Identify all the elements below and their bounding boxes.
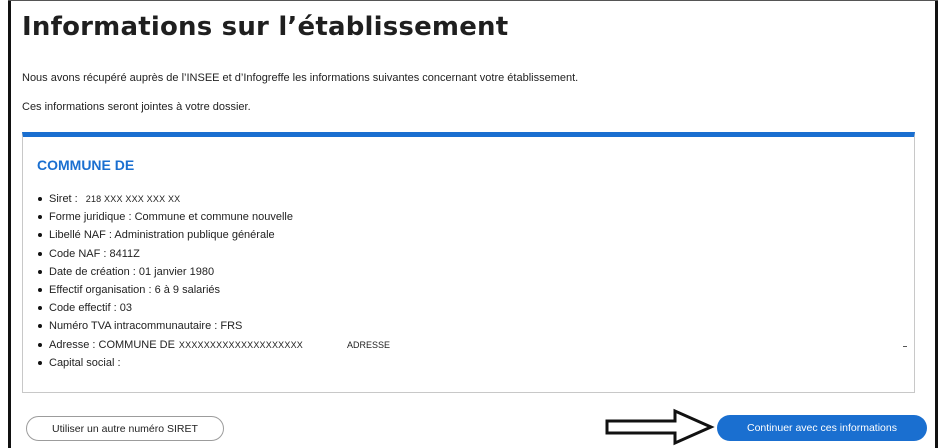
siret-label: Siret : (49, 193, 78, 205)
intro-note: Ces informations seront jointes à votre … (22, 101, 251, 113)
use-other-siret-button[interactable]: Utiliser un autre numéro SIRET (26, 416, 224, 441)
legal-form-item: Forme juridique : Commune et commune nou… (37, 208, 390, 226)
workforce-item: Effectif organisation : 6 à 9 salariés (37, 281, 390, 299)
establishment-name: COMMUNE DE (37, 157, 135, 173)
address-masked: XXXXXXXXXXXXXXXXXXXX (178, 339, 303, 350)
siret-value: 218 XXX XXX XXX XX (85, 194, 181, 204)
intro-text: Nous avons récupéré auprès de l’INSEE et… (22, 72, 579, 84)
continue-button[interactable]: Continuer avec ces informations (717, 415, 927, 441)
dash-mark (903, 346, 907, 347)
right-arrow-icon (605, 408, 715, 446)
page-title: Informations sur l’établissement (22, 12, 509, 42)
vat-number-item: Numéro TVA intracommunautaire : FRS (37, 317, 390, 335)
establishment-card: COMMUNE DE Siret : 218 XXX XXX XXX XX For… (22, 132, 915, 393)
address-label: Adresse : COMMUNE DE (49, 338, 175, 351)
naf-label-item: Libellé NAF : Administration publique gé… (37, 226, 390, 244)
creation-date-item: Date de création : 01 janvier 1980 (37, 263, 390, 281)
share-capital-item: Capital social : (37, 354, 390, 372)
naf-code-item: Code NAF : 8411Z (37, 245, 390, 263)
workforce-code-item: Code effectif : 03 (37, 299, 390, 317)
establishment-details-list: Siret : 218 XXX XXX XXX XX Forme juridiqu… (37, 190, 390, 372)
address-item: Adresse : COMMUNE DE XXXXXXXXXXXXXXXXXXXX… (37, 336, 390, 354)
address-extra: ADRESSE (346, 339, 390, 350)
top-divider (8, 0, 938, 1)
siret-item: Siret : 218 XXX XXX XXX XX (37, 190, 390, 208)
